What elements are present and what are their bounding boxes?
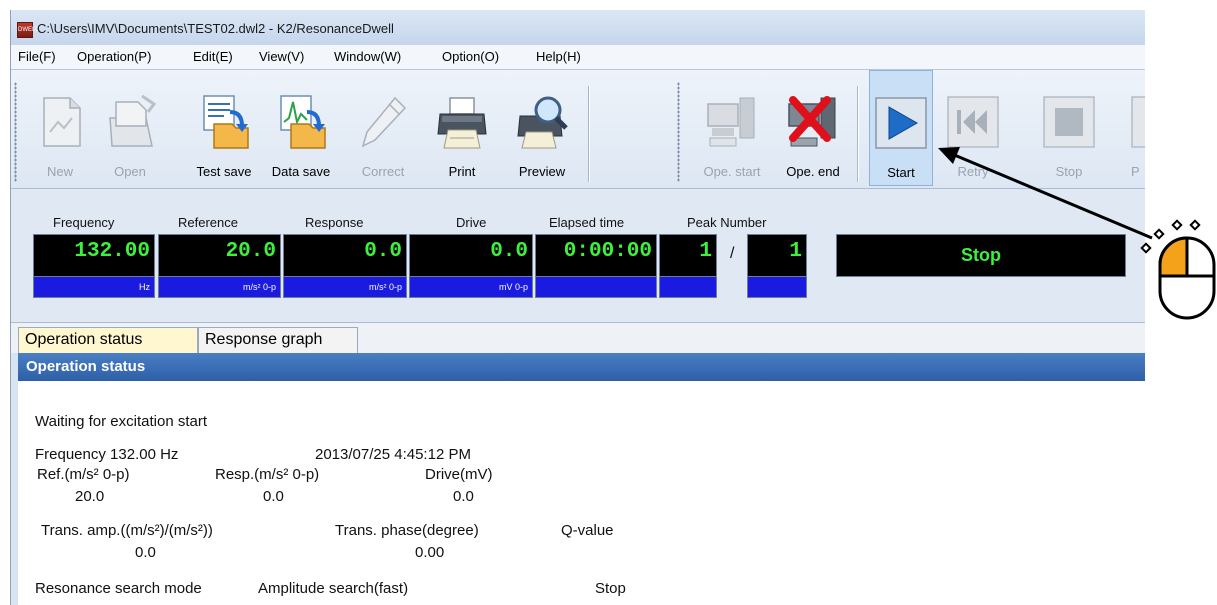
annotation-overlay [938,147,1216,320]
click-arrow [938,147,1153,240]
mouse-left-click-icon [1158,236,1216,320]
